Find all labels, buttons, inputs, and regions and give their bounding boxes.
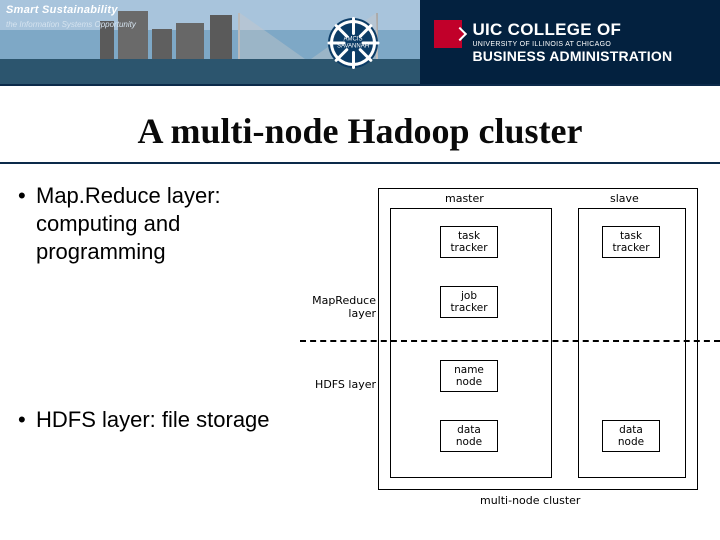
amcis-seal-icon: AMCISSAVANNAH (324, 14, 382, 72)
bullet-item: • Map.Reduce layer: computing and progra… (18, 182, 292, 266)
uic-department: BUSINESS ADMINISTRATION (472, 48, 672, 64)
node-data-node-slave: data node (602, 420, 660, 452)
mapreduce-layer-label: MapReduce layer (304, 294, 376, 320)
bullet-list: • Map.Reduce layer: computing and progra… (0, 182, 300, 512)
title-underline (0, 162, 720, 164)
uic-brand: UIC (472, 20, 502, 39)
banner-title: Smart Sustainability (6, 4, 118, 16)
uic-university: UNIVERSITY OF ILLINOIS AT CHICAGO (472, 41, 672, 48)
node-job-tracker: job tracker (440, 286, 498, 318)
architecture-diagram: MapReduce layer HDFS layer multi-node cl… (300, 182, 700, 512)
uic-circle-icon (434, 20, 462, 48)
node-task-tracker-master: task tracker (440, 226, 498, 258)
header-banner: Smart Sustainability the Information Sys… (0, 0, 720, 86)
bullet-text: Map.Reduce layer: computing and programm… (36, 182, 292, 266)
bullet-item: • HDFS layer: file storage (18, 406, 292, 434)
uic-college: COLLEGE OF (508, 20, 622, 39)
node-task-tracker-slave: task tracker (602, 226, 660, 258)
node-data-node-master: data node (440, 420, 498, 452)
slide-title: A multi-node Hadoop cluster (0, 110, 720, 152)
hdfs-layer-label: HDFS layer (304, 378, 376, 391)
node-name-node: name node (440, 360, 498, 392)
bullet-dot-icon: • (18, 406, 36, 434)
uic-logo-block: UIC COLLEGE OF UNIVERSITY OF ILLINOIS AT… (420, 0, 720, 86)
bullet-dot-icon: • (18, 182, 36, 266)
master-label: master (445, 192, 484, 205)
cluster-label: multi-node cluster (480, 494, 580, 507)
banner-subtitle: the Information Systems Opportunity (6, 20, 136, 29)
bullet-text: HDFS layer: file storage (36, 406, 292, 434)
slave-label: slave (610, 192, 639, 205)
